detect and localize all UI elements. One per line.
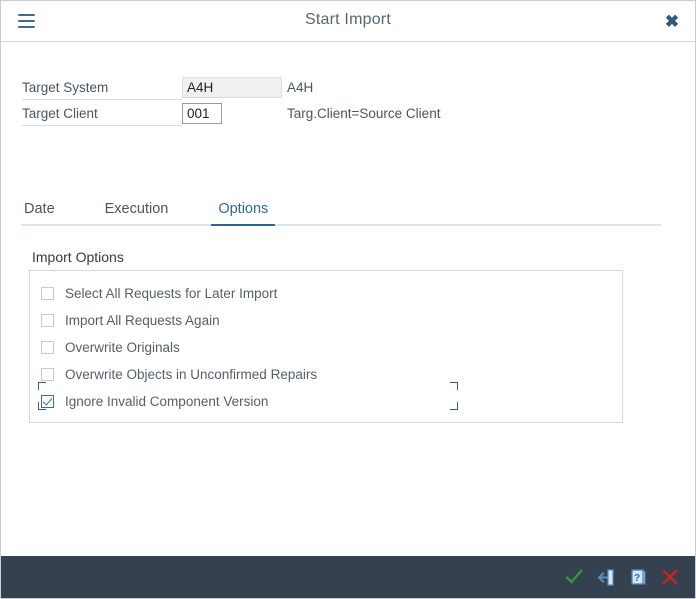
start-import-dialog: Start Import ✖ Target System A4H Target … xyxy=(0,0,696,599)
target-system-input[interactable] xyxy=(182,77,282,98)
option-row-overwrite-objects-in-unconfirmed-repairs[interactable]: Overwrite Objects in Unconfirmed Repairs xyxy=(30,361,622,388)
target-client-note: Targ.Client=Source Client xyxy=(287,106,440,121)
page-title: Start Import xyxy=(1,11,695,29)
option-row-import-all-requests-again[interactable]: Import All Requests Again xyxy=(30,307,622,334)
help-book-question-icon: ? xyxy=(628,567,648,587)
close-icon[interactable]: ✖ xyxy=(661,11,683,33)
tab-strip: Date Execution Options xyxy=(21,194,661,226)
option-label: Ignore Invalid Component Version xyxy=(65,394,268,409)
option-label: Import All Requests Again xyxy=(65,313,220,328)
target-client-input[interactable] xyxy=(182,103,222,124)
target-client-label: Target Client xyxy=(22,101,182,126)
tab-execution[interactable]: Execution xyxy=(102,201,172,224)
help-button[interactable]: ? xyxy=(625,564,651,590)
target-form: Target System A4H Target Client Targ.Cli… xyxy=(22,74,282,126)
green-checkmark-icon xyxy=(564,567,584,587)
form-row-target-client: Target Client Targ.Client=Source Client xyxy=(22,100,282,126)
checkbox-import-all-requests-again[interactable] xyxy=(41,314,54,327)
tab-date[interactable]: Date xyxy=(21,201,58,224)
confirm-button[interactable] xyxy=(561,564,587,590)
option-row-overwrite-originals[interactable]: Overwrite Originals xyxy=(30,334,622,361)
dialog-body: Target System A4H Target Client Targ.Cli… xyxy=(1,42,695,556)
exit-door-arrow-icon xyxy=(596,567,616,587)
tab-options[interactable]: Options xyxy=(215,201,271,224)
footer-toolbar: ? xyxy=(1,556,695,598)
checkbox-select-all-requests-for-later-import[interactable] xyxy=(41,287,54,300)
option-row-select-all-requests-for-later-import[interactable]: Select All Requests for Later Import xyxy=(30,280,622,307)
option-label: Select All Requests for Later Import xyxy=(65,286,277,301)
option-label: Overwrite Objects in Unconfirmed Repairs xyxy=(65,367,317,382)
option-row-ignore-invalid-component-version[interactable]: Ignore Invalid Component Version xyxy=(30,388,622,415)
checkbox-ignore-invalid-component-version[interactable] xyxy=(41,395,54,408)
form-row-target-system: Target System A4H xyxy=(22,74,282,100)
checkbox-overwrite-originals[interactable] xyxy=(41,341,54,354)
exit-button[interactable] xyxy=(593,564,619,590)
target-system-note: A4H xyxy=(287,80,313,95)
svg-text:?: ? xyxy=(634,573,640,584)
checkbox-overwrite-objects-in-unconfirmed-repairs[interactable] xyxy=(41,368,54,381)
red-x-icon xyxy=(660,567,680,587)
cancel-button[interactable] xyxy=(657,564,683,590)
option-label: Overwrite Originals xyxy=(65,340,180,355)
target-system-label: Target System xyxy=(22,75,182,100)
import-options-panel: Select All Requests for Later Import Imp… xyxy=(29,270,623,423)
import-options-heading: Import Options xyxy=(32,249,124,265)
title-bar: Start Import ✖ xyxy=(1,1,695,42)
